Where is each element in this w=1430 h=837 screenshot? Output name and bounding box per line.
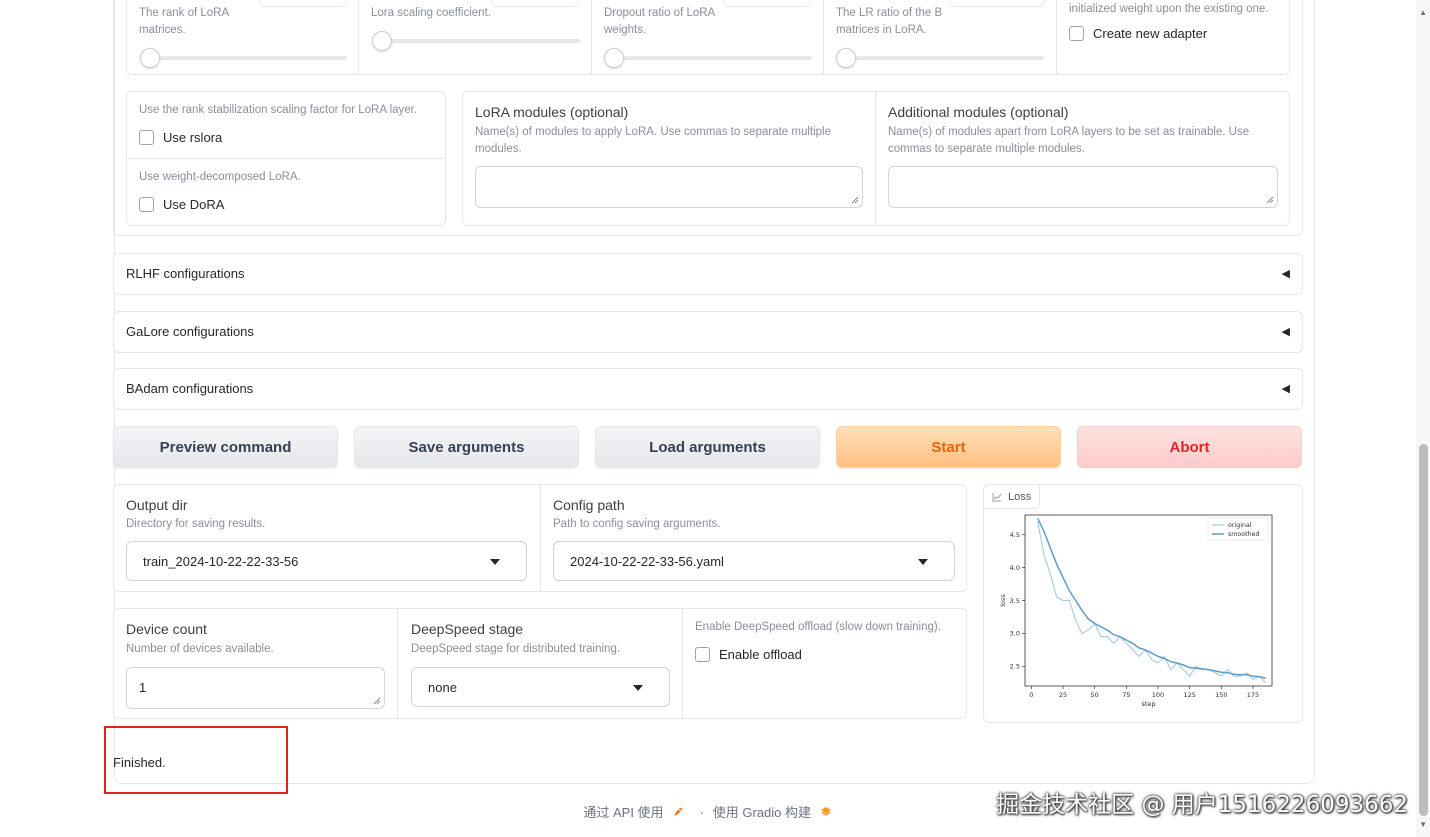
loss-plot-panel: Loss 0 25 50 75 100 125 150 175 2.5 3.0 3.5 4.0 4.5 s…: [983, 484, 1303, 723]
device-count-info: Number of devices available.: [126, 643, 274, 655]
divider: [682, 609, 683, 718]
loss-plot-tab: Loss: [984, 485, 1041, 509]
galore-accordion[interactable]: GaLore configurations ◀: [113, 311, 1303, 353]
scrollbar-thumb[interactable]: [1419, 444, 1428, 816]
lora-config-bottom-border: [113, 0, 1303, 236]
accordion-title: BAdam configurations: [126, 381, 254, 396]
rlhf-accordion[interactable]: RLHF configurations ◀: [113, 253, 1303, 295]
page-scrollbar[interactable]: ▲ ▼: [1416, 0, 1430, 837]
footer-separator: ·: [699, 805, 705, 820]
legend-label: smoothed: [1228, 531, 1259, 538]
loss-chart: 0 25 50 75 100 125 150 175 2.5 3.0 3.5 4.0 4.5 step lo…: [999, 514, 1273, 708]
built-with-gradio-link[interactable]: 使用 Gradio 构建: [713, 805, 811, 820]
collapse-arrow-icon[interactable]: ◀: [1282, 382, 1290, 395]
y-tick-label: 3.5: [1010, 597, 1020, 605]
output-dir-value: train_2024-10-22-22-33-56: [143, 554, 299, 569]
use-via-api-link[interactable]: 通过 API 使用: [583, 805, 663, 820]
scroll-up-arrow-icon[interactable]: ▲: [1419, 8, 1427, 17]
offload-info: Enable DeepSpeed offload (slow down trai…: [695, 621, 941, 633]
divider: [397, 609, 398, 718]
watermark-text: 掘金技术社区 @ 用户1516226093662: [996, 792, 1408, 818]
y-axis-label: loss: [999, 594, 1007, 607]
deepspeed-stage-value: none: [428, 680, 457, 695]
chart-icon: [992, 492, 1002, 501]
gradio-logo-icon: [820, 807, 831, 816]
x-tick-label: 0: [1029, 691, 1033, 699]
output-dir-label: Output dir: [126, 497, 188, 513]
x-axis-label: step: [1141, 700, 1155, 708]
enable-offload-checkbox[interactable]: Enable offload: [695, 647, 802, 662]
checkbox-box[interactable]: [695, 647, 710, 662]
collapse-arrow-icon[interactable]: ◀: [1282, 325, 1290, 338]
start-button[interactable]: Start: [836, 426, 1061, 468]
x-tick-label: 100: [1152, 691, 1164, 699]
rocket-icon: [674, 808, 683, 816]
highlight-annotation-box: [104, 726, 288, 794]
deepspeed-stage-label: DeepSpeed stage: [411, 621, 524, 637]
scroll-down-arrow-icon[interactable]: ▼: [1419, 820, 1427, 829]
x-tick-label: 50: [1091, 691, 1099, 699]
x-tick-label: 150: [1215, 691, 1227, 699]
x-tick-label: 75: [1122, 691, 1130, 699]
device-deepspeed-group: Device count Number of devices available…: [113, 608, 967, 719]
device-count-label: Device count: [126, 621, 207, 637]
output-config-group: Output dir Directory for saving results.…: [113, 484, 967, 592]
x-tick-label: 125: [1183, 691, 1195, 699]
preview-command-button[interactable]: Preview command: [113, 426, 338, 468]
output-dir-dropdown[interactable]: train_2024-10-22-22-33-56: [126, 541, 527, 581]
config-path-value: 2024-10-22-22-33-56.yaml: [570, 554, 724, 569]
legend-label: original: [1228, 522, 1252, 529]
y-tick-label: 4.0: [1010, 564, 1020, 572]
resize-grip-icon[interactable]: [373, 697, 381, 705]
device-count-textbox[interactable]: 1: [126, 667, 385, 709]
badam-accordion[interactable]: BAdam configurations ◀: [113, 368, 1303, 410]
checkbox-label: Enable offload: [719, 647, 802, 662]
dropdown-caret-icon[interactable]: [918, 559, 928, 565]
y-tick-label: 4.5: [1010, 531, 1020, 539]
y-tick-label: 3.0: [1010, 630, 1020, 638]
loss-plot-tab-label: Loss: [1008, 490, 1032, 503]
dropdown-caret-icon[interactable]: [633, 685, 643, 691]
accordion-title: GaLore configurations: [126, 324, 254, 339]
config-path-info: Path to config saving arguments.: [553, 518, 721, 530]
config-path-dropdown[interactable]: 2024-10-22-22-33-56.yaml: [553, 541, 955, 581]
divider: [540, 485, 541, 591]
x-tick-label: 25: [1059, 691, 1067, 699]
accordion-title: RLHF configurations: [126, 266, 245, 281]
load-arguments-button[interactable]: Load arguments: [595, 426, 820, 468]
output-dir-info: Directory for saving results.: [126, 518, 266, 530]
save-arguments-button[interactable]: Save arguments: [354, 426, 579, 468]
config-path-label: Config path: [553, 497, 625, 513]
x-tick-label: 175: [1247, 691, 1259, 699]
deepspeed-stage-dropdown[interactable]: none: [411, 667, 670, 707]
dropdown-caret-icon[interactable]: [490, 559, 500, 565]
device-count-value: 1: [139, 680, 147, 695]
y-tick-label: 2.5: [1010, 663, 1020, 671]
abort-button[interactable]: Abort: [1077, 426, 1302, 468]
collapse-arrow-icon[interactable]: ◀: [1282, 267, 1290, 280]
deepspeed-stage-info: DeepSpeed stage for distributed training…: [411, 643, 621, 655]
